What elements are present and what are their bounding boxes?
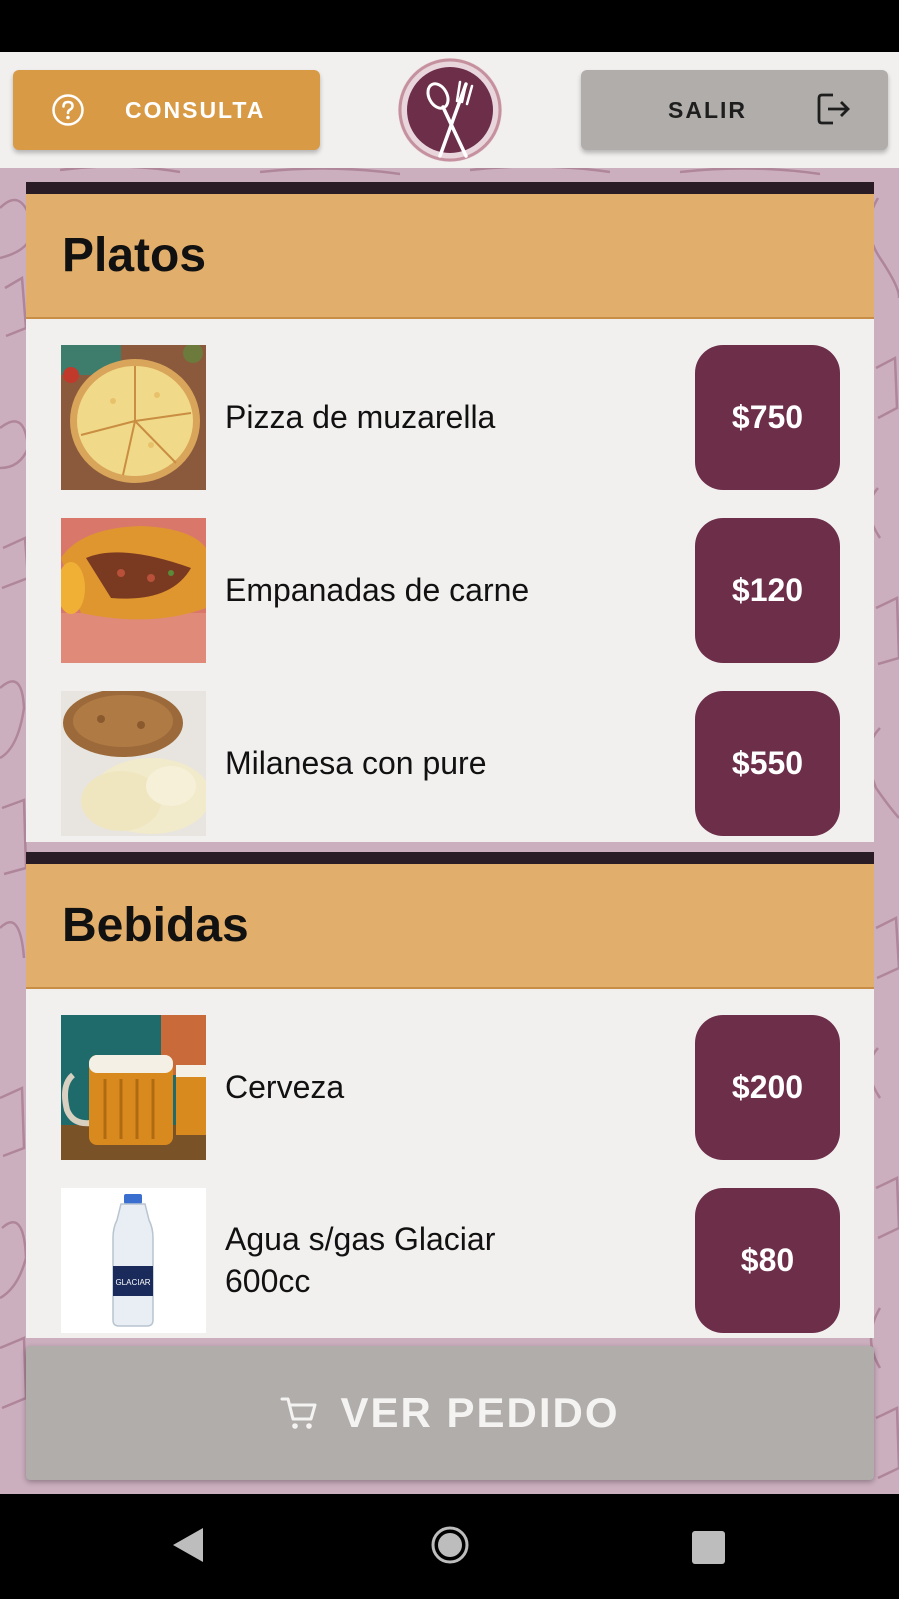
price-button[interactable]: $80 [695,1188,840,1333]
item-name: Empanadas de carne [225,571,530,608]
price-button[interactable]: $750 [695,345,840,490]
list-item: GLACIAR Agua s/gas Glaciar 600cc $80 [26,1188,874,1333]
salir-button[interactable]: SALIR [581,70,888,150]
list-item: Milanesa con pure $550 [26,691,874,836]
system-nav-bar [0,1494,899,1599]
bebidas-header: Bebidas [26,864,874,989]
section-title: Bebidas [62,899,249,952]
milanesa-image [61,691,206,836]
question-circle-icon [52,94,84,126]
spoon-fork-logo-icon [398,58,502,162]
logout-icon [817,93,850,125]
platos-section: Platos Pizza de muzarella $750 Empanadas… [26,182,874,842]
item-name: Milanesa con pure [225,744,487,781]
price-button[interactable]: $200 [695,1015,840,1160]
consulta-label: CONSULTA [125,96,266,123]
price-button[interactable]: $120 [695,518,840,663]
recent-apps-icon[interactable] [692,1531,725,1564]
app-header: CONSULTA SALIR [0,52,899,168]
item-name: Cerveza [225,1068,345,1105]
water-bottle-image: GLACIAR [61,1188,206,1333]
item-name: Pizza de muzarella [225,398,496,435]
list-item: Empanadas de carne $120 [26,518,874,663]
salir-label: SALIR [668,96,747,123]
list-item: Cerveza $200 [26,1015,874,1160]
pizza-image [61,345,206,490]
list-item: Pizza de muzarella $750 [26,345,874,490]
price-button[interactable]: $550 [695,691,840,836]
bebidas-section: Bebidas Cerveza $200 GLACIAR Agua s/gas … [26,852,874,1338]
ver-pedido-label: VER PEDIDO [340,1389,620,1436]
empanadas-image [61,518,206,663]
bottle-label: GLACIAR [115,1278,150,1287]
back-icon[interactable] [171,1526,205,1564]
status-bar [0,0,899,52]
home-icon[interactable] [430,1525,470,1565]
section-title: Platos [62,229,207,282]
beer-image [61,1015,206,1160]
ver-pedido-button[interactable]: VER PEDIDO [26,1346,874,1480]
item-name: Agua s/gas Glaciar 600cc [225,1220,496,1299]
platos-header: Platos [26,194,874,319]
consulta-button[interactable]: CONSULTA [13,70,320,150]
menu-content[interactable]: Platos Pizza de muzarella $750 Empanadas… [0,168,899,1494]
cart-icon [280,1397,317,1429]
